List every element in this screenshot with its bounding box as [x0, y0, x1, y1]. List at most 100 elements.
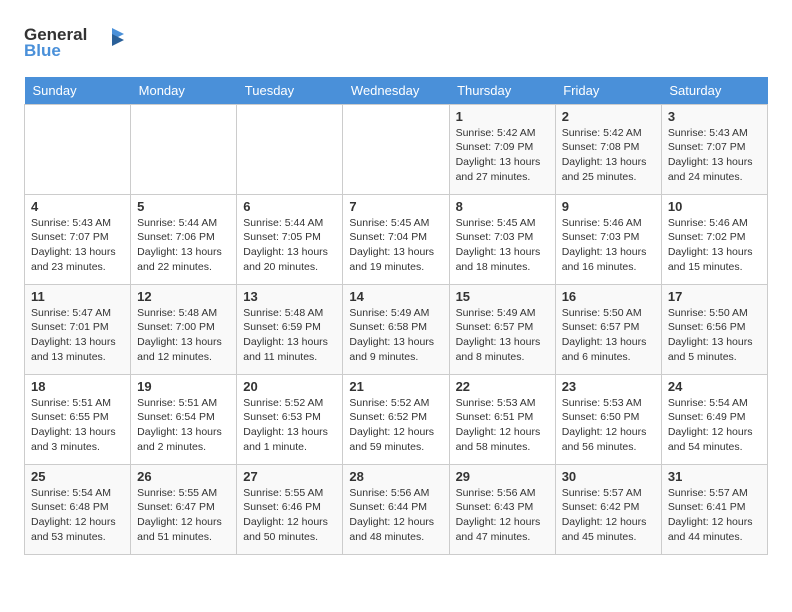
day-number: 28	[349, 469, 442, 484]
weekday-header-row: SundayMondayTuesdayWednesdayThursdayFrid…	[25, 77, 768, 105]
day-info: Sunrise: 5:46 AMSunset: 7:03 PMDaylight:…	[562, 216, 655, 275]
calendar-cell: 25Sunrise: 5:54 AMSunset: 6:48 PMDayligh…	[25, 464, 131, 554]
weekday-header-monday: Monday	[131, 77, 237, 105]
day-info: Sunrise: 5:51 AMSunset: 6:54 PMDaylight:…	[137, 396, 230, 455]
calendar-cell: 8 Sunrise: 5:45 AMSunset: 7:03 PMDaylight…	[449, 194, 555, 284]
calendar-cell	[237, 104, 343, 194]
page-header: General Blue	[24, 20, 768, 65]
calendar-cell: 31 Sunrise: 5:57 AMSunset: 6:41 PMDayligh…	[661, 464, 767, 554]
calendar-cell: 21 Sunrise: 5:52 AMSunset: 6:52 PMDayligh…	[343, 374, 449, 464]
logo: General Blue	[24, 20, 134, 65]
day-info: Sunrise: 5:50 AMSunset: 6:56 PMDaylight:…	[668, 306, 761, 365]
svg-text:Blue: Blue	[24, 41, 61, 60]
day-number: 20	[243, 379, 336, 394]
day-info: Sunrise: 5:52 AMSunset: 6:52 PMDaylight:…	[349, 396, 442, 455]
day-info: Sunrise: 5:49 AMSunset: 6:58 PMDaylight:…	[349, 306, 442, 365]
day-info: Sunrise: 5:43 AMSunset: 7:07 PMDaylight:…	[31, 216, 124, 275]
calendar-cell: 19 Sunrise: 5:51 AMSunset: 6:54 PMDayligh…	[131, 374, 237, 464]
day-info: Sunrise: 5:47 AMSunset: 7:01 PMDaylight:…	[31, 306, 124, 365]
day-info: Sunrise: 5:45 AMSunset: 7:03 PMDaylight:…	[456, 216, 549, 275]
calendar-cell: 2Sunrise: 5:42 AMSunset: 7:08 PMDaylight…	[555, 104, 661, 194]
calendar-table: SundayMondayTuesdayWednesdayThursdayFrid…	[24, 77, 768, 555]
calendar-cell: 26Sunrise: 5:55 AMSunset: 6:47 PMDayligh…	[131, 464, 237, 554]
calendar-cell: 12 Sunrise: 5:48 AMSunset: 7:00 PMDayligh…	[131, 284, 237, 374]
calendar-cell: 22 Sunrise: 5:53 AMSunset: 6:51 PMDayligh…	[449, 374, 555, 464]
weekday-header-sunday: Sunday	[25, 77, 131, 105]
day-number: 10	[668, 199, 761, 214]
calendar-body: 1 Sunrise: 5:42 AMSunset: 7:09 PMDaylight…	[25, 104, 768, 554]
day-info: Sunrise: 5:54 AMSunset: 6:49 PMDaylight:…	[668, 396, 761, 455]
day-number: 1	[456, 109, 549, 124]
day-info: Sunrise: 5:48 AMSunset: 7:00 PMDaylight:…	[137, 306, 230, 365]
day-info: Sunrise: 5:44 AMSunset: 7:05 PMDaylight:…	[243, 216, 336, 275]
day-info: Sunrise: 5:55 AMSunset: 6:47 PMDaylight:…	[137, 486, 230, 545]
weekday-header-wednesday: Wednesday	[343, 77, 449, 105]
day-info: Sunrise: 5:51 AMSunset: 6:55 PMDaylight:…	[31, 396, 124, 455]
day-info: Sunrise: 5:53 AMSunset: 6:51 PMDaylight:…	[456, 396, 549, 455]
day-number: 6	[243, 199, 336, 214]
day-number: 9	[562, 199, 655, 214]
calendar-week-row: 11 Sunrise: 5:47 AMSunset: 7:01 PMDayligh…	[25, 284, 768, 374]
day-number: 7	[349, 199, 442, 214]
day-number: 18	[31, 379, 124, 394]
day-number: 24	[668, 379, 761, 394]
calendar-week-row: 1 Sunrise: 5:42 AMSunset: 7:09 PMDaylight…	[25, 104, 768, 194]
calendar-cell: 10 Sunrise: 5:46 AMSunset: 7:02 PMDayligh…	[661, 194, 767, 284]
day-info: Sunrise: 5:43 AMSunset: 7:07 PMDaylight:…	[668, 126, 761, 185]
calendar-cell: 6 Sunrise: 5:44 AMSunset: 7:05 PMDaylight…	[237, 194, 343, 284]
day-info: Sunrise: 5:49 AMSunset: 6:57 PMDaylight:…	[456, 306, 549, 365]
day-number: 4	[31, 199, 124, 214]
day-info: Sunrise: 5:52 AMSunset: 6:53 PMDaylight:…	[243, 396, 336, 455]
day-info: Sunrise: 5:42 AMSunset: 7:09 PMDaylight:…	[456, 126, 549, 185]
day-number: 25	[31, 469, 124, 484]
day-number: 15	[456, 289, 549, 304]
calendar-week-row: 18 Sunrise: 5:51 AMSunset: 6:55 PMDayligh…	[25, 374, 768, 464]
day-info: Sunrise: 5:48 AMSunset: 6:59 PMDaylight:…	[243, 306, 336, 365]
day-number: 23	[562, 379, 655, 394]
weekday-header-tuesday: Tuesday	[237, 77, 343, 105]
calendar-cell: 13Sunrise: 5:48 AMSunset: 6:59 PMDayligh…	[237, 284, 343, 374]
day-number: 19	[137, 379, 230, 394]
logo-svg: General Blue	[24, 20, 134, 60]
day-info: Sunrise: 5:57 AMSunset: 6:41 PMDaylight:…	[668, 486, 761, 545]
weekday-header-saturday: Saturday	[661, 77, 767, 105]
calendar-cell: 1 Sunrise: 5:42 AMSunset: 7:09 PMDaylight…	[449, 104, 555, 194]
calendar-cell: 4 Sunrise: 5:43 AMSunset: 7:07 PMDaylight…	[25, 194, 131, 284]
day-number: 16	[562, 289, 655, 304]
day-number: 31	[668, 469, 761, 484]
day-number: 3	[668, 109, 761, 124]
day-number: 29	[456, 469, 549, 484]
calendar-cell: 29Sunrise: 5:56 AMSunset: 6:43 PMDayligh…	[449, 464, 555, 554]
day-number: 11	[31, 289, 124, 304]
calendar-cell	[131, 104, 237, 194]
calendar-cell: 24 Sunrise: 5:54 AMSunset: 6:49 PMDayligh…	[661, 374, 767, 464]
day-info: Sunrise: 5:55 AMSunset: 6:46 PMDaylight:…	[243, 486, 336, 545]
day-number: 14	[349, 289, 442, 304]
calendar-cell: 17 Sunrise: 5:50 AMSunset: 6:56 PMDayligh…	[661, 284, 767, 374]
calendar-cell: 11 Sunrise: 5:47 AMSunset: 7:01 PMDayligh…	[25, 284, 131, 374]
calendar-cell: 5Sunrise: 5:44 AMSunset: 7:06 PMDaylight…	[131, 194, 237, 284]
calendar-cell: 20 Sunrise: 5:52 AMSunset: 6:53 PMDayligh…	[237, 374, 343, 464]
day-number: 12	[137, 289, 230, 304]
calendar-cell: 15 Sunrise: 5:49 AMSunset: 6:57 PMDayligh…	[449, 284, 555, 374]
day-number: 27	[243, 469, 336, 484]
calendar-cell	[343, 104, 449, 194]
day-number: 8	[456, 199, 549, 214]
weekday-header-friday: Friday	[555, 77, 661, 105]
calendar-cell: 28 Sunrise: 5:56 AMSunset: 6:44 PMDayligh…	[343, 464, 449, 554]
calendar-week-row: 25Sunrise: 5:54 AMSunset: 6:48 PMDayligh…	[25, 464, 768, 554]
day-info: Sunrise: 5:53 AMSunset: 6:50 PMDaylight:…	[562, 396, 655, 455]
calendar-cell	[25, 104, 131, 194]
day-info: Sunrise: 5:50 AMSunset: 6:57 PMDaylight:…	[562, 306, 655, 365]
day-info: Sunrise: 5:42 AMSunset: 7:08 PMDaylight:…	[562, 126, 655, 185]
calendar-cell: 14 Sunrise: 5:49 AMSunset: 6:58 PMDayligh…	[343, 284, 449, 374]
page-container: General Blue SundayMondayTuesdayWednesda…	[0, 0, 792, 575]
day-number: 21	[349, 379, 442, 394]
day-info: Sunrise: 5:46 AMSunset: 7:02 PMDaylight:…	[668, 216, 761, 275]
day-info: Sunrise: 5:56 AMSunset: 6:44 PMDaylight:…	[349, 486, 442, 545]
calendar-week-row: 4 Sunrise: 5:43 AMSunset: 7:07 PMDaylight…	[25, 194, 768, 284]
calendar-cell: 16 Sunrise: 5:50 AMSunset: 6:57 PMDayligh…	[555, 284, 661, 374]
day-number: 22	[456, 379, 549, 394]
day-number: 30	[562, 469, 655, 484]
day-number: 17	[668, 289, 761, 304]
